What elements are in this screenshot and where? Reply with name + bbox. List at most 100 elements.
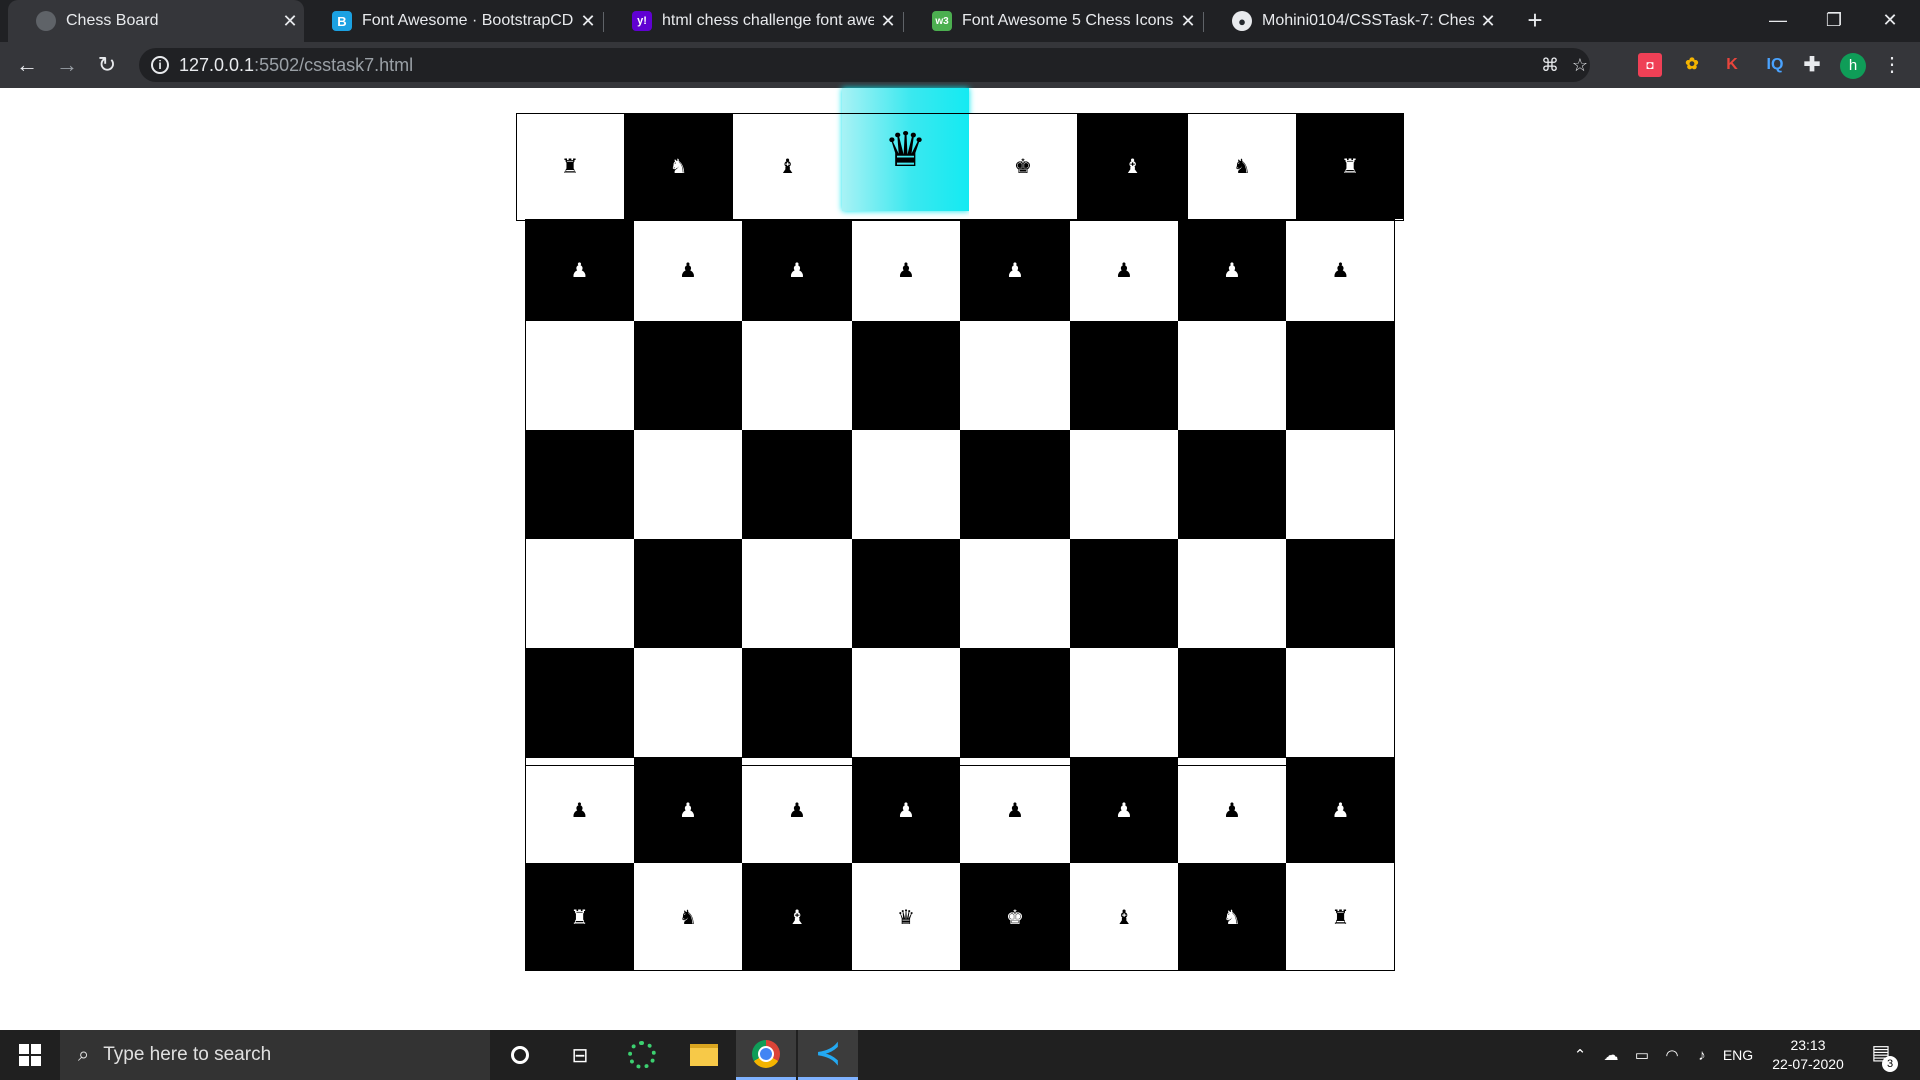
- new-tab-button[interactable]: +: [1519, 4, 1551, 36]
- board-square-r2c4[interactable]: ♟: [852, 219, 960, 321]
- board-square-r7c1[interactable]: ♟: [525, 757, 634, 863]
- system-clock[interactable]: 23:13 22-07-2020: [1760, 1036, 1856, 1074]
- board-square-r5c2[interactable]: [634, 539, 742, 648]
- menu-kebab-icon[interactable]: ⋮: [1880, 50, 1904, 80]
- tab-bootstrapcdn[interactable]: B Font Awesome · BootstrapCDN b ✕: [304, 0, 602, 42]
- tab-yahoo-search[interactable]: y! html chess challenge font aweso ✕: [604, 0, 902, 42]
- board-square-r3c5[interactable]: [960, 321, 1070, 430]
- board-square-r2c8[interactable]: ♟: [1286, 219, 1395, 321]
- board-square-r8c8[interactable]: ♜: [1286, 863, 1395, 971]
- chrome-icon[interactable]: [736, 1030, 796, 1080]
- board-square-r7c6[interactable]: ♟: [1070, 757, 1178, 863]
- board-square-r5c8[interactable]: [1286, 539, 1395, 648]
- board-square-r1c8[interactable]: ♜: [1296, 113, 1404, 219]
- board-square-r3c7[interactable]: [1178, 321, 1286, 430]
- board-square-r3c1[interactable]: [525, 321, 634, 430]
- board-square-r6c6[interactable]: [1070, 648, 1178, 757]
- close-tab-icon[interactable]: ✕: [1174, 11, 1202, 32]
- language-indicator[interactable]: ENG: [1718, 1030, 1758, 1080]
- show-hidden-icons[interactable]: ⌃: [1568, 1030, 1592, 1080]
- pocket-icon[interactable]: ◘: [1638, 53, 1662, 77]
- board-square-r1c2[interactable]: ♞: [624, 113, 733, 219]
- board-square-r1c5[interactable]: ♚: [969, 113, 1077, 219]
- battery-icon[interactable]: ▭: [1628, 1030, 1656, 1080]
- board-square-r2c3[interactable]: ♟: [742, 219, 852, 321]
- file-explorer-icon[interactable]: [674, 1030, 734, 1080]
- close-tab-icon[interactable]: ✕: [1474, 11, 1502, 32]
- board-square-r6c2[interactable]: [634, 648, 742, 757]
- forward-button[interactable]: →: [52, 50, 82, 80]
- board-square-r4c5[interactable]: [960, 430, 1070, 539]
- board-square-r6c1[interactable]: [525, 648, 634, 757]
- tab-github[interactable]: ● Mohini0104/CSSTask-7: Chess Bo ✕: [1204, 0, 1502, 42]
- profile-avatar[interactable]: h: [1840, 53, 1866, 79]
- board-square-r4c2[interactable]: [634, 430, 742, 539]
- bookmark-star-icon[interactable]: ☆: [1566, 48, 1594, 82]
- board-square-r5c3[interactable]: [742, 539, 852, 648]
- board-square-r1c6[interactable]: ♝: [1077, 113, 1188, 219]
- close-tab-icon[interactable]: ✕: [574, 11, 602, 32]
- board-square-r6c4[interactable]: [852, 648, 960, 757]
- tab-w3schools[interactable]: w3 Font Awesome 5 Chess Icons ✕: [904, 0, 1202, 42]
- restore-button[interactable]: ❐: [1806, 0, 1862, 42]
- board-square-r6c3[interactable]: [742, 648, 852, 757]
- board-square-r4c4[interactable]: [852, 430, 960, 539]
- close-tab-icon[interactable]: ✕: [276, 11, 304, 32]
- board-square-r4c6[interactable]: [1070, 430, 1178, 539]
- k-extension-icon[interactable]: K: [1720, 53, 1744, 77]
- reload-button[interactable]: ↻: [92, 50, 122, 80]
- onedrive-icon[interactable]: ☁: [1596, 1030, 1626, 1080]
- board-square-r2c5[interactable]: ♟: [960, 219, 1070, 321]
- board-square-r8c5[interactable]: ♚: [960, 863, 1070, 971]
- board-square-r1c4[interactable]: ♛: [842, 88, 969, 211]
- board-square-r7c8[interactable]: ♟: [1286, 757, 1395, 863]
- board-square-r8c2[interactable]: ♞: [634, 863, 742, 971]
- board-square-r8c1[interactable]: ♜: [525, 863, 634, 971]
- board-square-r3c2[interactable]: [634, 321, 742, 430]
- taskbar-search-box[interactable]: ⌕ Type here to search: [60, 1030, 490, 1080]
- cortana-icon[interactable]: [490, 1030, 550, 1080]
- translate-icon[interactable]: ⌘: [1536, 48, 1564, 82]
- close-tab-icon[interactable]: ✕: [874, 11, 902, 32]
- board-square-r1c7[interactable]: ♞: [1188, 113, 1296, 219]
- iq-extension-icon[interactable]: IQ: [1760, 53, 1790, 77]
- board-square-r2c1[interactable]: ♟: [525, 219, 634, 321]
- board-square-r1c1[interactable]: ♜: [516, 113, 624, 219]
- board-square-r7c4[interactable]: ♟: [852, 757, 960, 863]
- board-square-r4c1[interactable]: [525, 430, 634, 539]
- board-square-r2c6[interactable]: ♟: [1070, 219, 1178, 321]
- tab-chess-board[interactable]: Chess Board ✕: [8, 0, 304, 42]
- board-square-r7c3[interactable]: ♟: [742, 757, 852, 863]
- task-view-icon[interactable]: ⊟: [550, 1030, 610, 1080]
- board-square-r2c2[interactable]: ♟: [634, 219, 742, 321]
- board-square-r5c5[interactable]: [960, 539, 1070, 648]
- board-square-r7c5[interactable]: ♟: [960, 757, 1070, 863]
- close-window-button[interactable]: ✕: [1862, 0, 1918, 42]
- minimize-button[interactable]: —: [1750, 0, 1806, 42]
- board-square-r3c8[interactable]: [1286, 321, 1395, 430]
- vscode-icon[interactable]: ≺: [798, 1030, 858, 1080]
- extensions-puzzle-icon[interactable]: ✚: [1800, 53, 1824, 77]
- board-square-r8c4[interactable]: ♛: [852, 863, 960, 971]
- board-square-r4c3[interactable]: [742, 430, 852, 539]
- address-bar[interactable]: i 127.0.0.1:5502/csstask7.html ⌘ ☆: [139, 48, 1590, 82]
- board-square-r7c7[interactable]: ♟: [1178, 757, 1286, 863]
- board-square-r8c6[interactable]: ♝: [1070, 863, 1178, 971]
- board-square-r8c3[interactable]: ♝: [742, 863, 852, 971]
- back-button[interactable]: ←: [12, 50, 42, 80]
- board-square-r3c4[interactable]: [852, 321, 960, 430]
- board-square-r1c3[interactable]: ♝: [733, 113, 842, 219]
- wifi-icon[interactable]: ◠: [1658, 1030, 1686, 1080]
- board-square-r7c2[interactable]: ♟: [634, 757, 742, 863]
- board-square-r5c1[interactable]: [525, 539, 634, 648]
- board-square-r3c3[interactable]: [742, 321, 852, 430]
- extension-colorful-icon[interactable]: ✿: [1680, 53, 1704, 77]
- board-square-r2c7[interactable]: ♟: [1178, 219, 1286, 321]
- volume-icon[interactable]: ♪: [1688, 1030, 1716, 1080]
- board-square-r6c8[interactable]: [1286, 648, 1395, 757]
- start-button[interactable]: [0, 1030, 60, 1080]
- site-info-icon[interactable]: i: [151, 56, 169, 74]
- board-square-r6c5[interactable]: [960, 648, 1070, 757]
- board-square-r5c6[interactable]: [1070, 539, 1178, 648]
- board-square-r8c7[interactable]: ♞: [1178, 863, 1286, 971]
